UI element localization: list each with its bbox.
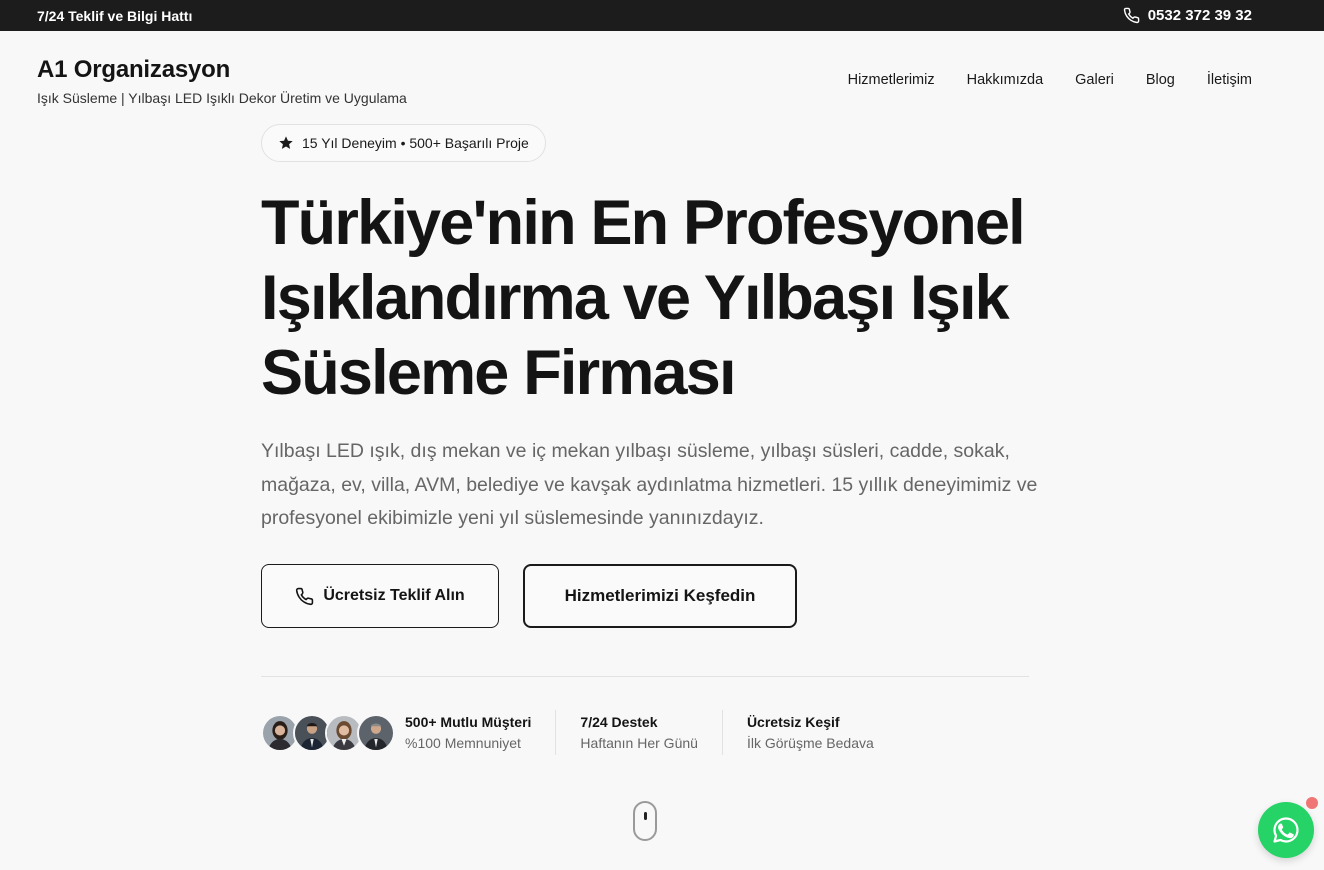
hotline-label: 7/24 Teklif ve Bilgi Hattı <box>37 7 193 24</box>
stat-free-survey: Ücretsiz Keşif İlk Görüşme Bedava <box>721 710 898 755</box>
top-bar: 7/24 Teklif ve Bilgi Hattı 0532 372 39 3… <box>0 0 1324 31</box>
stat-subtitle: İlk Görüşme Bedava <box>746 735 874 751</box>
brand[interactable]: A1 Organizasyon Işık Süsleme | Yılbaşı L… <box>37 56 407 106</box>
stat-title: Ücretsiz Keşif <box>746 714 840 730</box>
free-quote-button-label: Ücretsiz Teklif Alın <box>323 587 465 604</box>
explore-services-button[interactable]: Hizmetlerimizi Keşfedin <box>523 564 797 628</box>
topbar-phone-link[interactable]: 0532 372 39 32 <box>1123 7 1252 24</box>
customer-avatars <box>261 713 395 752</box>
hero-headline: Türkiye'nin En Profesyonel Işıklandırma … <box>261 188 1026 408</box>
stat-support: 7/24 Destek Haftanın Her Günü <box>555 710 722 755</box>
topbar-phone-number: 0532 372 39 32 <box>1147 7 1252 24</box>
stat-subtitle: Haftanın Her Günü <box>580 735 698 751</box>
nav-item-about[interactable]: Hakkımızda <box>967 72 1044 88</box>
experience-badge-text: 15 Yıl Deneyim • 500+ Başarılı Proje <box>302 135 529 151</box>
star-icon <box>279 136 293 149</box>
nav-item-blog[interactable]: Blog <box>1146 72 1175 88</box>
phone-icon <box>1123 7 1140 24</box>
explore-services-button-label: Hizmetlerimizi Keşfedin <box>564 586 756 605</box>
nav-item-gallery[interactable]: Galeri <box>1075 72 1114 88</box>
brand-name[interactable]: A1 Organizasyon <box>37 56 407 84</box>
brand-tagline: Işık Süsleme | Yılbaşı LED Işıklı Dekor … <box>37 90 407 106</box>
scroll-wheel <box>644 812 647 820</box>
hero-lead: Yılbaşı LED ışık, dış mekan ve iç mekan … <box>261 440 1038 529</box>
section-divider <box>261 676 1029 677</box>
stat-subtitle: %100 Memnuniyet <box>405 735 521 751</box>
experience-badge: 15 Yıl Deneyim • 500+ Başarılı Proje <box>261 124 546 162</box>
avatar <box>357 713 395 752</box>
whatsapp-icon <box>1273 817 1299 843</box>
trust-stats: 500+ Mutlu Müşteri %100 Memnuniyet 7/24 … <box>261 710 898 755</box>
whatsapp-button[interactable] <box>1258 802 1314 858</box>
scroll-mouse-icon[interactable] <box>633 801 657 841</box>
notification-dot <box>1306 797 1318 809</box>
stat-title: 7/24 Destek <box>580 714 658 730</box>
nav-item-contact[interactable]: İletişim <box>1207 72 1252 88</box>
main-nav: Hizmetlerimiz Hakkımızda Galeri Blog İle… <box>848 72 1252 88</box>
stat-title: 500+ Mutlu Müşteri <box>405 714 532 730</box>
phone-icon <box>296 587 314 605</box>
free-quote-button[interactable]: Ücretsiz Teklif Alın <box>261 564 499 628</box>
stat-happy-customers: 500+ Mutlu Müşteri %100 Memnuniyet <box>405 714 555 751</box>
nav-item-services[interactable]: Hizmetlerimiz <box>848 72 935 88</box>
